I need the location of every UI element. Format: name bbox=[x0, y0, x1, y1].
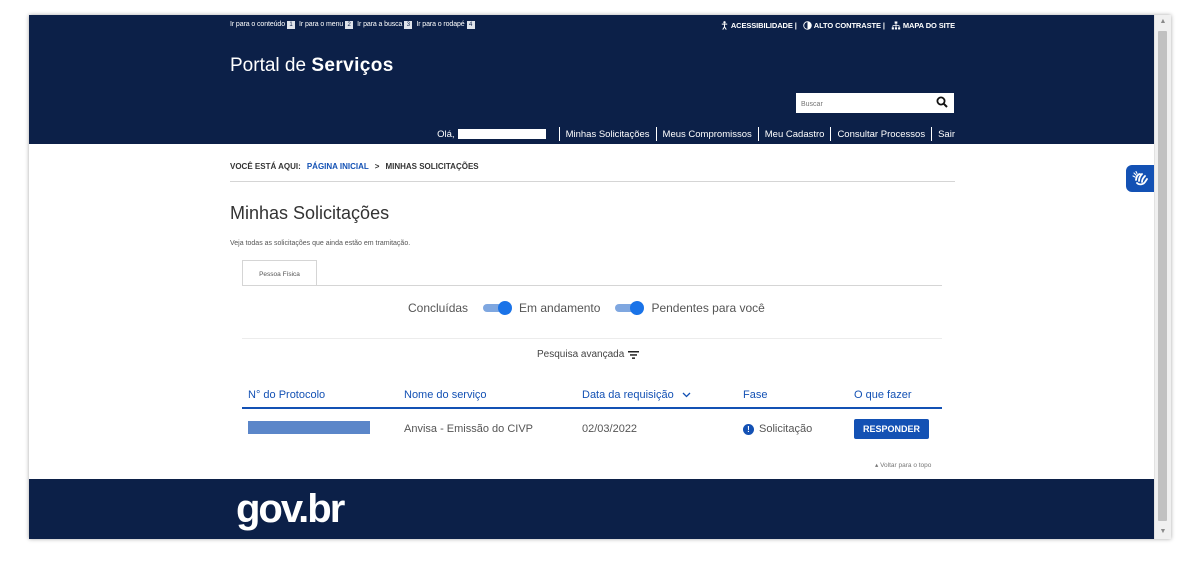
nav-separator bbox=[558, 127, 560, 141]
advanced-search-label: Pesquisa avançada bbox=[537, 349, 625, 360]
scrollbar-thumb[interactable] bbox=[1158, 31, 1167, 521]
responder-button[interactable]: RESPONDER bbox=[854, 419, 930, 439]
tab-divider bbox=[242, 285, 942, 286]
user-name-redacted bbox=[457, 129, 546, 139]
vlibras-widget[interactable] bbox=[1126, 165, 1155, 192]
divider bbox=[242, 338, 942, 339]
col-header-action: O que fazer bbox=[854, 389, 912, 401]
search-input[interactable] bbox=[796, 94, 923, 115]
tab-pessoa-fisica[interactable]: Pessoa Física bbox=[242, 260, 317, 286]
cell-action: RESPONDER bbox=[854, 419, 942, 439]
nav-minhas-solicitacoes[interactable]: Minhas Solicitações bbox=[566, 129, 650, 140]
greeting: Olá, bbox=[437, 128, 455, 140]
skip-link-content[interactable]: Ir para o conteúdo 1 bbox=[230, 21, 296, 29]
divider bbox=[230, 181, 955, 182]
skip-link-footer[interactable]: Ir para o rodapé 4 bbox=[416, 21, 475, 29]
table-row: Anvisa - Emissão do CIVP 02/03/2022 ! So… bbox=[242, 409, 942, 449]
nav-separator bbox=[931, 127, 933, 141]
vertical-scrollbar[interactable]: ▲ ▼ bbox=[1154, 15, 1171, 539]
toggle-label-pendentes: Pendentes para você bbox=[651, 301, 765, 315]
requests-table: N° do Protocolo Nome do serviço Data da … bbox=[242, 383, 942, 449]
cell-service: Anvisa - Emissão do CIVP bbox=[404, 423, 533, 435]
nav-meus-compromissos[interactable]: Meus Compromissos bbox=[663, 129, 752, 140]
cell-phase: ! Solicitação bbox=[743, 423, 854, 435]
vlibras-icon bbox=[1131, 170, 1148, 185]
toggle-label-concluidas: Concluídas bbox=[408, 301, 469, 315]
accessibility-links: ACESSIBILIDADE | ALTO CONTRASTE | MAPA DO … bbox=[720, 21, 955, 30]
page-title: Minhas Solicitações bbox=[230, 203, 390, 223]
nav-sair[interactable]: Sair bbox=[938, 129, 955, 140]
site-footer: gov.br bbox=[29, 479, 1155, 539]
site-title[interactable]: Portal de Serviços bbox=[230, 55, 394, 77]
user-nav: Olá, Minhas Solicitações Meus Compromiss… bbox=[437, 127, 955, 141]
col-header-protocol: N° do Protocolo bbox=[248, 389, 326, 401]
contrast-icon bbox=[803, 21, 812, 30]
search-icon[interactable] bbox=[936, 96, 948, 108]
back-to-top-link[interactable]: ▴ Voltar para o topo bbox=[875, 461, 931, 469]
accessibility-icon bbox=[721, 21, 728, 30]
status-toggles: Concluídas Em andamento Pendentes para v… bbox=[408, 301, 765, 315]
chevron-down-icon bbox=[682, 392, 691, 398]
accessibility-link[interactable]: ACESSIBILIDADE | bbox=[720, 21, 797, 30]
nav-consultar-processos[interactable]: Consultar Processos bbox=[837, 129, 925, 140]
scroll-down-icon[interactable]: ▼ bbox=[1155, 525, 1171, 539]
cell-protocol bbox=[242, 421, 404, 437]
protocol-redacted bbox=[248, 421, 370, 434]
site-header: Ir para o conteúdo 1 Ir para o menu 2 Ir p… bbox=[29, 15, 1155, 144]
govbr-logo[interactable]: gov.br bbox=[236, 489, 345, 529]
breadcrumb-home[interactable]: PÁGINA INICIAL bbox=[307, 162, 369, 171]
advanced-search-button[interactable]: Pesquisa avançada bbox=[537, 349, 640, 360]
nav-separator bbox=[655, 127, 657, 141]
col-header-date[interactable]: Data da requisição bbox=[582, 389, 743, 401]
page-viewport: Ir para o conteúdo 1 Ir para o menu 2 Ir p… bbox=[29, 15, 1155, 539]
browser-frame: Ir para o conteúdo 1 Ir para o menu 2 Ir p… bbox=[29, 15, 1171, 539]
col-header-service: Nome do serviço bbox=[404, 389, 487, 401]
high-contrast-link[interactable]: ALTO CONTRASTE | bbox=[803, 21, 885, 30]
skip-links: Ir para o conteúdo 1 Ir para o menu 2 Ir p… bbox=[230, 21, 475, 29]
breadcrumb-separator: > bbox=[374, 162, 380, 171]
breadcrumb-current: MINHAS SOLICITAÇÕES bbox=[385, 162, 479, 171]
sitemap-link[interactable]: MAPA DO SITE bbox=[891, 21, 955, 30]
toggle-em-andamento[interactable] bbox=[615, 301, 645, 315]
toggle-concluidas[interactable] bbox=[483, 301, 513, 315]
toggle-label-em-andamento: Em andamento bbox=[519, 301, 601, 315]
scroll-up-icon[interactable]: ▲ bbox=[1155, 15, 1171, 29]
page-subtitle: Veja todas as solicitações que ainda est… bbox=[230, 240, 411, 247]
sitemap-icon bbox=[891, 21, 901, 30]
info-icon: ! bbox=[743, 423, 754, 435]
breadcrumb-prefix: VOCÊ ESTÁ AQUI: bbox=[230, 162, 301, 171]
nav-separator bbox=[757, 127, 759, 141]
skip-link-search[interactable]: Ir para a busca 3 bbox=[357, 21, 413, 29]
col-header-phase: Fase bbox=[743, 389, 768, 401]
nav-separator bbox=[830, 127, 832, 141]
breadcrumb: VOCÊ ESTÁ AQUI: PÁGINA INICIAL > MINHAS … bbox=[230, 162, 479, 171]
cell-date: 02/03/2022 bbox=[582, 423, 638, 435]
search-box bbox=[796, 93, 954, 115]
table-header: N° do Protocolo Nome do serviço Data da … bbox=[242, 383, 942, 409]
skip-link-menu[interactable]: Ir para o menu 2 bbox=[299, 21, 354, 29]
nav-meu-cadastro[interactable]: Meu Cadastro bbox=[765, 129, 825, 140]
filter-icon bbox=[628, 350, 640, 359]
